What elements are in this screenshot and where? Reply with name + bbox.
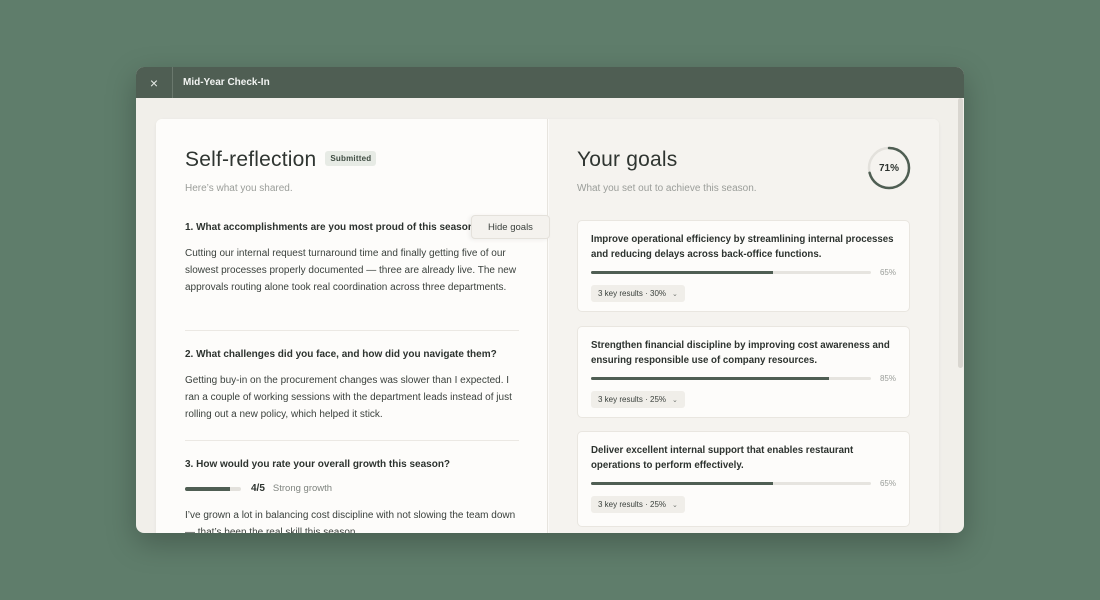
goals-header: Your goals What you set out to achieve t…: [577, 148, 757, 194]
rating-bar: [185, 486, 241, 491]
title-bar: × Mid-Year Check-In: [136, 67, 964, 98]
key-results-toggle[interactable]: 3 key results · 30% ⌄: [591, 285, 685, 302]
self-reflection-panel: Self-reflection Submitted Here’s what you…: [156, 119, 548, 533]
scrollbar[interactable]: [958, 98, 963, 368]
rating-label: Strong growth: [272, 483, 333, 494]
answer-text: Cutting our internal request turnaround …: [185, 248, 517, 293]
goal-card: Deliver excellent internal support that …: [577, 431, 910, 527]
goal-card: Strengthen financial discipline by impro…: [577, 326, 910, 418]
close-icon[interactable]: ×: [136, 67, 173, 98]
chevron-down-icon: ⌄: [672, 501, 678, 509]
rating-value: 4/5: [251, 483, 265, 494]
goal-progress: 65%: [591, 479, 896, 488]
question-title: 2. What challenges did you face, and how…: [185, 349, 497, 360]
divider: [185, 440, 519, 441]
rating-bar-fill: [185, 486, 230, 491]
goals-title: Your goals: [577, 148, 678, 171]
question-1: 1. What accomplishments are you most pro…: [185, 222, 520, 296]
goals-subtitle: What you set out to achieve this season.: [577, 183, 757, 194]
goal-title: Improve operational efficiency by stream…: [591, 234, 894, 260]
goal-progress-percent: 65%: [879, 479, 896, 488]
goal-progress-fill: [591, 377, 829, 380]
goal-title: Deliver excellent internal support that …: [591, 445, 854, 471]
checkin-card: Self-reflection Submitted Here’s what you…: [156, 119, 939, 533]
goal-progress: 85%: [591, 374, 896, 383]
key-results-toggle[interactable]: 3 key results · 25% ⌄: [591, 391, 685, 408]
goal-progress-fill: [591, 271, 773, 274]
self-reflection-subtitle: Here’s what you shared.: [185, 183, 293, 194]
self-reflection-header: Self-reflection Submitted Here’s what you…: [185, 148, 377, 194]
goal-progress: 65%: [591, 268, 896, 277]
key-results-label: 3 key results · 25%: [598, 500, 667, 509]
goal-progress-bar: [591, 482, 871, 485]
goal-progress-percent: 65%: [879, 268, 896, 277]
self-reflection-title: Self-reflection: [185, 148, 317, 171]
goal-progress-fill: [591, 482, 773, 485]
chevron-down-icon: ⌄: [672, 290, 678, 298]
answer-text: Getting buy-in on the procurement change…: [185, 375, 512, 420]
goal-title: Strengthen financial discipline by impro…: [591, 340, 890, 366]
goal-progress-bar: [591, 377, 871, 380]
question-title: 3. How would you rate your overall growt…: [185, 459, 451, 470]
divider: [185, 330, 519, 331]
goal-progress-bar: [591, 271, 871, 274]
growth-rating: 4/5 Strong growth: [185, 483, 520, 494]
goal-progress-percent: 85%: [879, 374, 896, 383]
question-title: 1. What accomplishments are you most pro…: [185, 222, 481, 233]
key-results-label: 3 key results · 25%: [598, 395, 667, 404]
status-badge: Submitted: [325, 151, 377, 166]
overall-progress-value: 71%: [878, 162, 899, 174]
question-2: 2. What challenges did you face, and how…: [185, 349, 520, 423]
question-3: 3. How would you rate your overall growt…: [185, 459, 520, 533]
goal-card: Improve operational efficiency by stream…: [577, 220, 910, 312]
answer-text: I’ve grown a lot in balancing cost disci…: [185, 510, 516, 533]
hide-goals-button[interactable]: Hide goals: [471, 215, 550, 239]
goals-panel: Your goals What you set out to achieve t…: [549, 119, 939, 533]
checkin-window: × Mid-Year Check-In Self-reflection Submi…: [136, 67, 964, 533]
chevron-down-icon: ⌄: [672, 396, 678, 404]
key-results-label: 3 key results · 30%: [598, 289, 667, 298]
window-title: Mid-Year Check-In: [183, 77, 270, 88]
key-results-toggle[interactable]: 3 key results · 25% ⌄: [591, 496, 685, 513]
